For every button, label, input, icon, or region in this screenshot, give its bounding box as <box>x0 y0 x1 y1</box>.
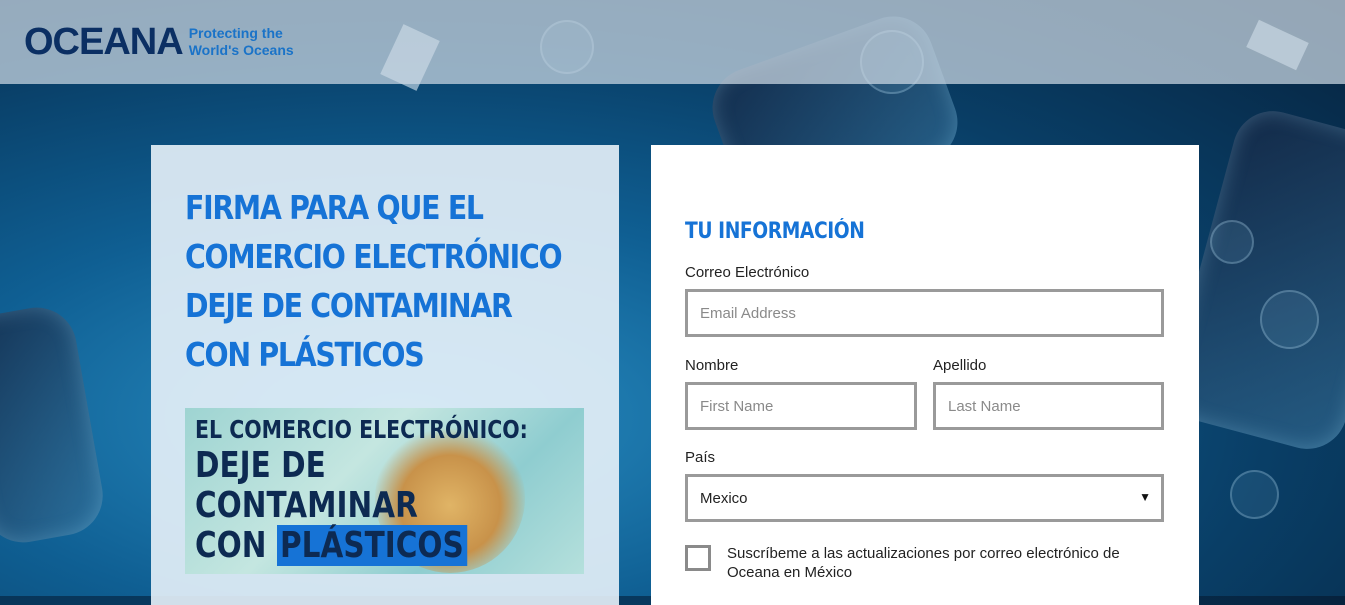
form-title: TU INFORMACIÓN <box>685 219 865 244</box>
tagline-line-2: World's Oceans <box>188 42 294 58</box>
headline-line: COMERCIO ELECTRÓNICO <box>185 237 563 276</box>
campaign-promo-image: EL COMERCIO ELECTRÓNICO: DEJE DE CONTAMI… <box>185 408 584 574</box>
petition-form: TU INFORMACIÓN Correo Electrónico Nombre… <box>651 145 1199 605</box>
background-bubble <box>1230 470 1279 519</box>
first-name-label: Nombre <box>685 357 739 374</box>
campaign-headline: FIRMA PARA QUE EL COMERCIO ELECTRÓNICO D… <box>185 183 589 379</box>
promo-line-1: EL COMERCIO ELECTRÓNICO: <box>195 415 528 444</box>
caret-down-icon: ▼ <box>1139 490 1151 504</box>
subscribe-checkbox[interactable] <box>685 545 711 571</box>
headline-line: CON PLÁSTICOS <box>185 335 425 374</box>
logo-tagline: Protecting the World's Oceans <box>189 25 294 59</box>
promo-highlight: PLÁSTICOS <box>276 525 468 566</box>
headline-line: FIRMA PARA QUE EL <box>185 188 484 227</box>
oceana-logo[interactable]: OCEANA Protecting the World's Oceans <box>24 22 294 62</box>
promo-text: EL COMERCIO ELECTRÓNICO: DEJE DE CONTAMI… <box>195 414 528 566</box>
subscribe-label: Suscríbeme a las actualizaciones por cor… <box>727 545 1120 581</box>
country-selected-value: Mexico <box>700 489 748 507</box>
promo-line-3: CONTAMINAR <box>195 485 418 526</box>
tagline-line-1: Protecting the <box>188 25 283 41</box>
headline-line: DEJE DE CONTAMINAR <box>185 286 513 325</box>
first-name-input[interactable] <box>685 382 917 430</box>
last-name-label: Apellido <box>933 357 987 374</box>
background-bubble <box>1210 220 1254 264</box>
email-input[interactable] <box>685 289 1164 337</box>
background-bubble <box>1260 290 1319 349</box>
promo-line-4-prefix: CON <box>195 525 267 566</box>
email-label: Correo Electrónico <box>685 264 810 281</box>
last-name-input[interactable] <box>933 382 1164 430</box>
promo-line-2: DEJE DE <box>195 445 326 486</box>
background-bottle <box>0 301 110 549</box>
campaign-panel: FIRMA PARA QUE EL COMERCIO ELECTRÓNICO D… <box>151 145 619 605</box>
logo-wordmark: OCEANA <box>24 21 184 63</box>
country-select[interactable]: Mexico ▼ <box>685 474 1164 522</box>
promo-line-4: CON PLÁSTICOS <box>195 525 528 566</box>
country-label: País <box>685 449 716 466</box>
site-header: OCEANA Protecting the World's Oceans <box>0 0 1345 84</box>
